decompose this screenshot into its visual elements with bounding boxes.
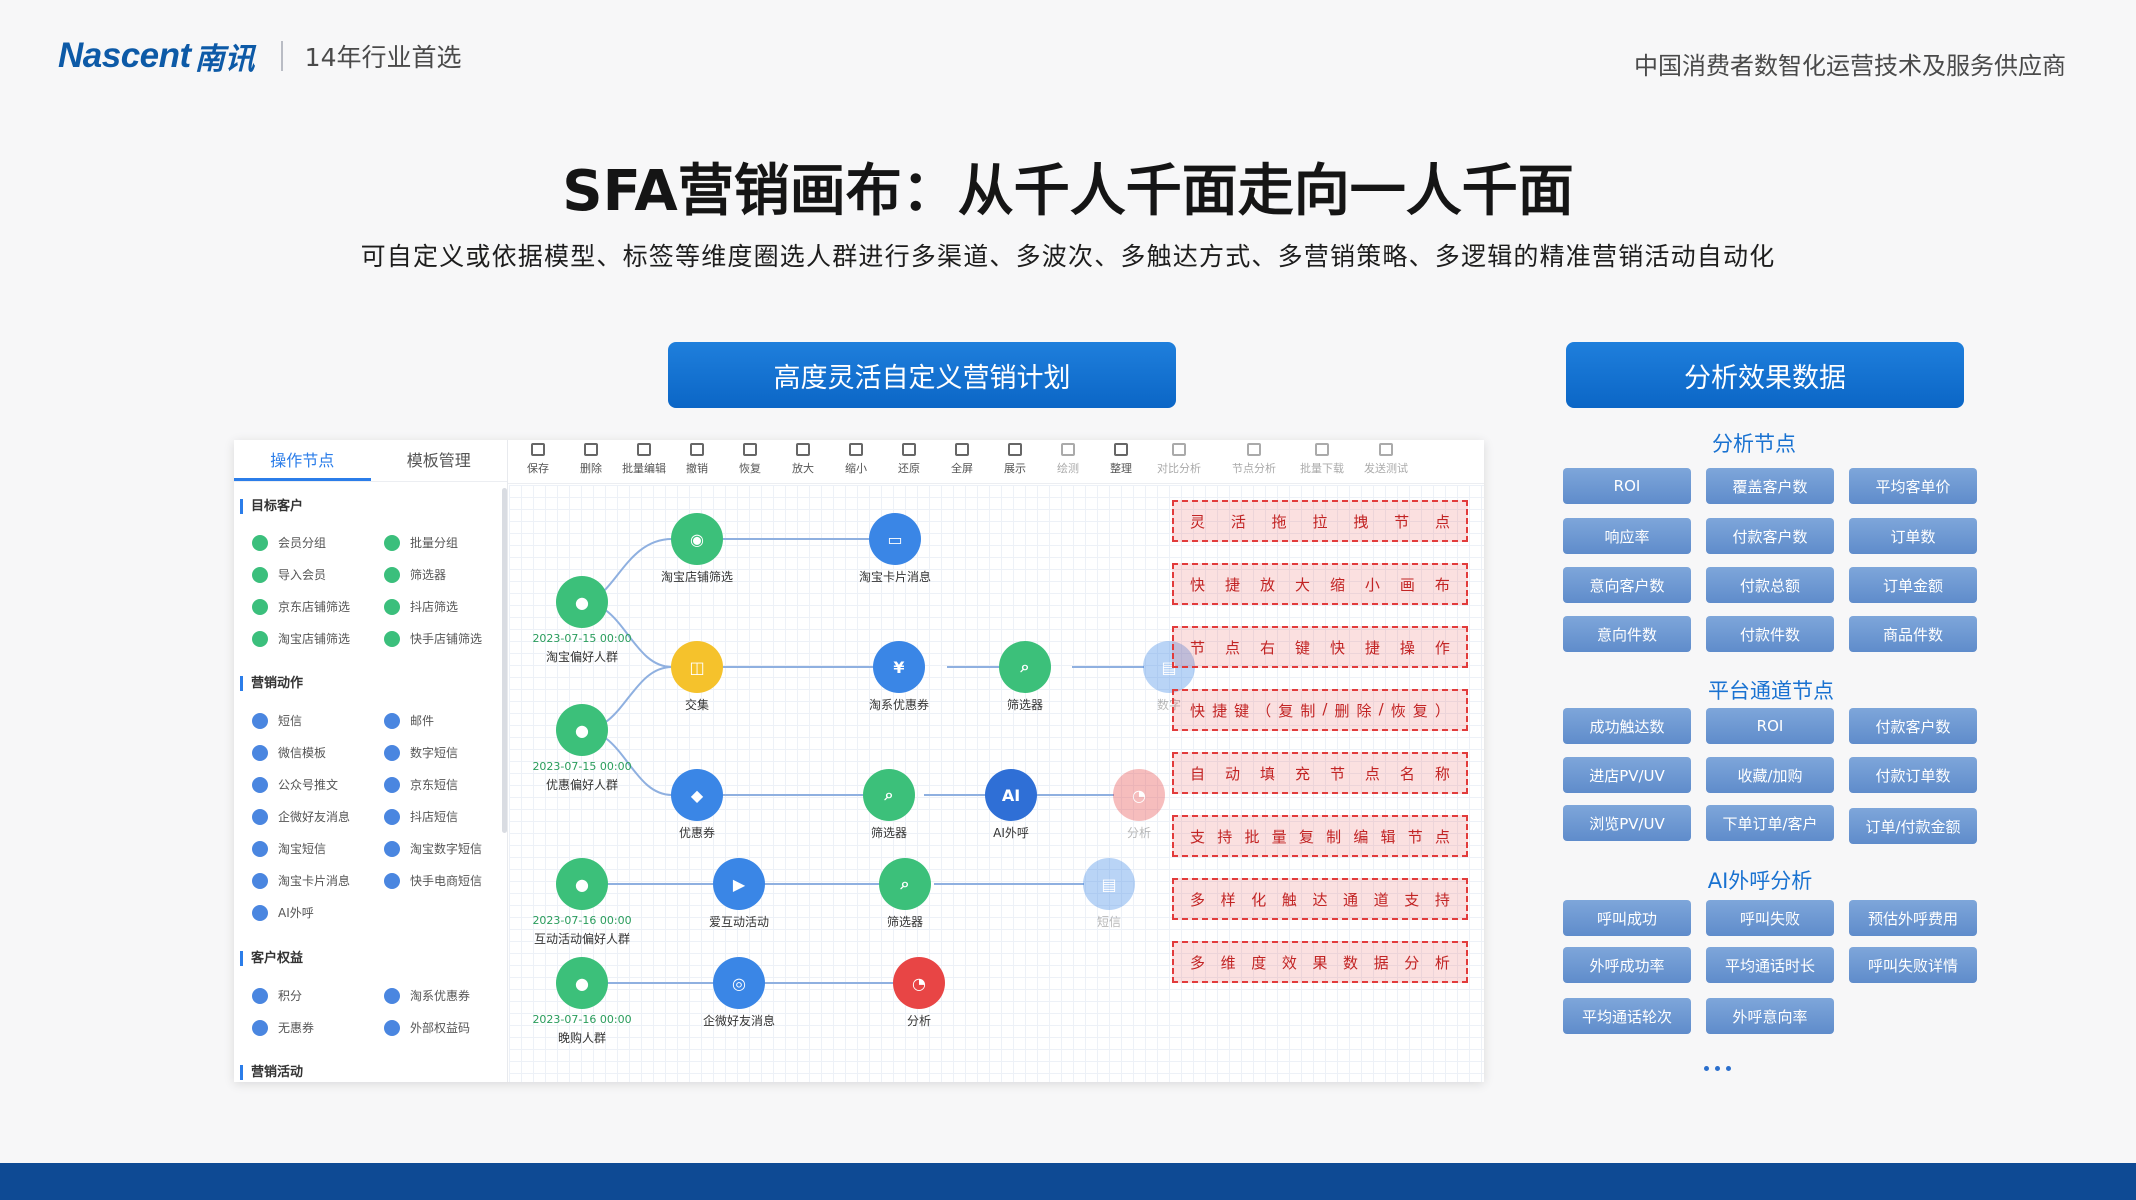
feature-text: 灵活拖拉拽节点 — [1190, 512, 1450, 531]
feature-callout: 多样化触达通道支持 — [1172, 878, 1468, 920]
group-title-platform-channel: 平台通道节点 — [1708, 679, 1834, 703]
logo-wordmark: Nascent — [58, 36, 191, 75]
node-taobao-card-message[interactable]: ▭ 淘宝卡片消息 — [859, 513, 931, 585]
custom-plan-button[interactable]: 高度灵活自定义营销计划 — [668, 342, 1176, 408]
metric-tag: 进店PV/UV — [1563, 757, 1691, 793]
feature-callout: 灵活拖拉拽节点 — [1172, 500, 1468, 542]
metric-tag: 商品件数 — [1849, 616, 1977, 652]
node-analysis[interactable]: ◔ 分析 — [1104, 769, 1174, 841]
metric-tag: 呼叫失败 — [1706, 900, 1834, 936]
metric-tag: 付款订单数 — [1849, 757, 1977, 793]
pie-chart-icon: ◔ — [1113, 769, 1165, 821]
page-subtitle: 可自定义或依据模型、标签等维度圈选人群进行多渠道、多波次、多触达方式、多营销策略… — [360, 242, 1776, 271]
logo-cn: 南讯 — [194, 42, 255, 77]
node-late-buyer-crowd[interactable]: ● 2023-07-16 00:00 晚购人群 — [532, 957, 632, 1046]
feature-callout: 支持批量复制编辑节点 — [1172, 815, 1468, 857]
filter-icon: ⌕ — [999, 641, 1051, 693]
logo-divider — [280, 41, 283, 71]
node-filter[interactable]: ⌕ 筛选器 — [870, 858, 940, 930]
metric-tag: 订单金额 — [1849, 567, 1977, 603]
metric-tag: 意向客户数 — [1563, 567, 1691, 603]
metric-tag: 成功触达数 — [1563, 708, 1691, 744]
feature-callout: 自动填充节点名称 — [1172, 752, 1468, 794]
metric-tag: 外呼成功率 — [1563, 947, 1691, 983]
ai-call-icon: AI — [985, 769, 1037, 821]
metric-tag: 浏览PV/UV — [1563, 805, 1691, 841]
marketing-canvas: 操作节点 模板管理 目标客户 会员分组 批量分组 导入会员 筛选器 京东店铺筛选… — [234, 440, 1484, 1082]
pie-chart-icon: ◔ — [893, 957, 945, 1009]
coupon-icon: ◆ — [671, 769, 723, 821]
metric-tag: 呼叫成功 — [1563, 900, 1691, 936]
node-analysis[interactable]: ◔ 分析 — [884, 957, 954, 1029]
feature-text: 多样化触达通道支持 — [1190, 890, 1450, 909]
activity-icon: ▶ — [713, 858, 765, 910]
node-filter[interactable]: ⌕ 筛选器 — [990, 641, 1060, 713]
metric-tag: 订单/付款金额 — [1849, 808, 1977, 844]
node-interactive-crowd[interactable]: ● 2023-07-16 00:00 互动活动偏好人群 — [532, 858, 632, 947]
footer-bar — [0, 1163, 2136, 1200]
feature-text: 节点右键快捷操作 — [1190, 638, 1450, 657]
metric-tag: 平均客单价 — [1849, 468, 1977, 504]
brand-logo: Nascent 南讯 14年行业首选 — [58, 34, 461, 78]
feature-text: 自动填充节点名称 — [1190, 764, 1450, 783]
metric-tag: 订单数 — [1849, 518, 1977, 554]
logo-slogan: 14年行业首选 — [304, 43, 462, 72]
feature-callout: 节点右键快捷操作 — [1172, 626, 1468, 668]
page-title: SFA营销画布：从千人千面走向一人千面 — [562, 159, 1574, 224]
filter-icon: ⌕ — [863, 769, 915, 821]
metric-tag: 覆盖客户数 — [1706, 468, 1834, 504]
feature-callout: 快捷键（复制 / 删除 / 恢复） — [1172, 689, 1468, 731]
metric-tag: 下单订单/客户 — [1706, 805, 1834, 841]
node-taobao-shop-filter[interactable]: ◉ 淘宝店铺筛选 — [661, 513, 733, 585]
feature-callout: 快捷放大缩小画布 — [1172, 563, 1468, 605]
metric-tag: 平均通话轮次 — [1563, 998, 1691, 1034]
node-ai-call[interactable]: AI AI外呼 — [976, 769, 1046, 841]
user-group-icon: ● — [556, 858, 608, 910]
node-taobao-pref-crowd[interactable]: ● 2023-07-15 00:00 淘宝偏好人群 — [532, 576, 632, 665]
metric-tag: 付款总额 — [1706, 567, 1834, 603]
coupon-icon: ¥ — [873, 641, 925, 693]
feature-callout: 多维度效果数据分析 — [1172, 941, 1468, 983]
more-ellipsis-icon — [1704, 1066, 1731, 1071]
metric-tag: 预估外呼费用 — [1849, 900, 1977, 936]
metric-tag: 付款件数 — [1706, 616, 1834, 652]
group-title-analysis-nodes: 分析节点 — [1712, 432, 1796, 456]
metric-tag: 意向件数 — [1563, 616, 1691, 652]
node-ai-interactive-activity[interactable]: ▶ 爱互动活动 — [704, 858, 774, 930]
group-title-ai-call-analysis: AI外呼分析 — [1707, 869, 1813, 893]
user-group-icon: ● — [556, 704, 608, 756]
metric-tag: 平均通话时长 — [1706, 947, 1834, 983]
feature-text: 快捷放大缩小画布 — [1190, 575, 1450, 594]
metric-tag: 付款客户数 — [1849, 708, 1977, 744]
metric-tag: 外呼意向率 — [1706, 998, 1834, 1034]
feature-text: 快捷键（复制 / 删除 / 恢复） — [1190, 699, 1450, 720]
analysis-data-button[interactable]: 分析效果数据 — [1566, 342, 1964, 408]
sms-icon: ▤ — [1083, 858, 1135, 910]
header-tagline: 中国消费者数智化运营技术及服务供应商 — [1634, 52, 2066, 80]
metric-tag: 响应率 — [1563, 518, 1691, 554]
metric-tag: 付款客户数 — [1706, 518, 1834, 554]
wework-icon: ◎ — [713, 957, 765, 1009]
node-intersection[interactable]: ◫ 交集 — [662, 641, 732, 713]
feature-text: 多维度效果数据分析 — [1190, 953, 1450, 972]
node-taobao-coupon[interactable]: ¥ 淘系优惠券 — [864, 641, 934, 713]
node-coupon[interactable]: ◆ 优惠券 — [662, 769, 732, 841]
user-group-icon: ● — [556, 957, 608, 1009]
node-sms[interactable]: ▤ 短信 — [1074, 858, 1144, 930]
node-wework-message[interactable]: ◎ 企微好友消息 — [703, 957, 775, 1029]
node-coupon-pref-crowd[interactable]: ● 2023-07-15 00:00 优惠偏好人群 — [532, 704, 632, 793]
metric-tag: ROI — [1563, 468, 1691, 504]
user-group-icon: ● — [556, 576, 608, 628]
node-filter[interactable]: ⌕ 筛选器 — [854, 769, 924, 841]
metric-tag: 收藏/加购 — [1706, 757, 1834, 793]
shop-filter-icon: ◉ — [671, 513, 723, 565]
metric-tag: 呼叫失败详情 — [1849, 947, 1977, 983]
intersection-icon: ◫ — [671, 641, 723, 693]
feature-text: 支持批量复制编辑节点 — [1190, 827, 1450, 846]
filter-icon: ⌕ — [879, 858, 931, 910]
metric-tag: ROI — [1706, 708, 1834, 744]
card-icon: ▭ — [869, 513, 921, 565]
